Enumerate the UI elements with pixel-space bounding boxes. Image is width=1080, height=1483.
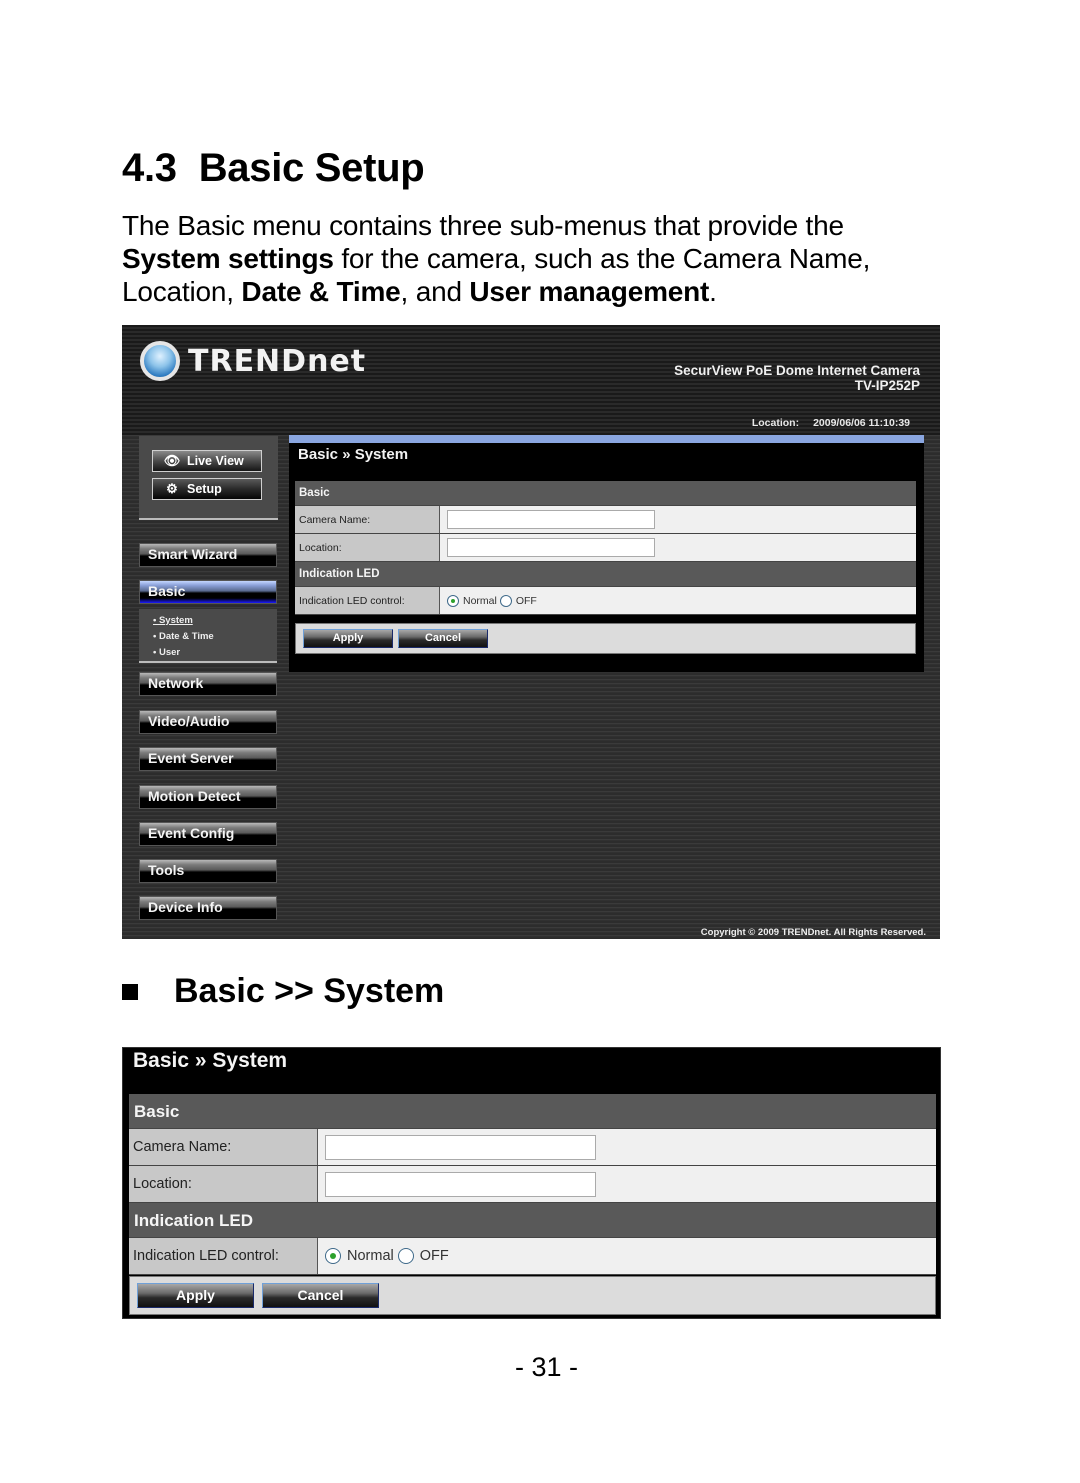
led-normal-radio[interactable] (447, 594, 459, 607)
section-led-header: Indication LED (129, 1203, 936, 1238)
product-name: SecurView PoE Dome Internet Camera (674, 363, 920, 378)
menu-motion-detect[interactable]: Motion Detect (139, 785, 277, 809)
intro-bold-system-settings: System settings (122, 243, 334, 274)
intro-paragraph: The Basic menu contains three sub-menus … (122, 209, 922, 308)
submenu-user[interactable]: • User (153, 647, 180, 658)
form-button-bar: Apply Cancel (295, 623, 916, 654)
page-number: - 31 - (514, 1352, 579, 1382)
led-off-label: OFF (419, 1248, 449, 1264)
cancel-button[interactable]: Cancel (398, 629, 488, 648)
location-row: Location: (129, 1166, 936, 1203)
camera-name-label: Camera Name: (295, 506, 440, 533)
section-title: Basic Setup (198, 146, 425, 190)
subsection-title: Basic >> System (174, 972, 445, 1010)
gears-icon: ⚙ (166, 481, 178, 496)
menu-event-server[interactable]: Event Server (139, 747, 277, 771)
section-basic-header: Basic (129, 1094, 936, 1129)
setup-button[interactable]: ⚙ Setup (152, 478, 262, 500)
submenu-date-time[interactable]: • Date & Time (153, 631, 214, 642)
led-off-label: OFF (515, 594, 537, 607)
setup-label: Setup (187, 482, 222, 496)
logo-text: TRENDnet (188, 343, 367, 379)
content-panel: Basic » System Basic Camera Name: Locati… (289, 435, 924, 672)
trendnet-logo: TRENDnet (140, 341, 366, 381)
copyright-text: Copyright © 2009 TRENDnet. All Rights Re… (700, 927, 926, 938)
square-bullet-icon (122, 983, 138, 1000)
menu-tools[interactable]: Tools (139, 859, 277, 883)
intro-bold-user-management: User management (469, 276, 710, 307)
datetime: 2009/06/06 11:10:39 (813, 417, 910, 429)
panel-title: Basic » System (133, 1049, 288, 1072)
section-led-header: Indication LED (295, 562, 916, 587)
basic-system-form-screenshot: Basic » System Basic Camera Name: Locati… (122, 1047, 941, 1319)
section-heading: 4.3 Basic Setup (122, 146, 425, 191)
eye-icon: 👁 (163, 453, 181, 468)
section-number: 4.3 (122, 146, 177, 190)
led-normal-label: Normal (347, 1248, 394, 1264)
led-off-radio[interactable] (397, 1248, 414, 1264)
basic-submenu: • System • Date & Time • User (139, 609, 277, 663)
camera-name-input[interactable] (325, 1134, 596, 1160)
mode-switch-box: 👁 Live View ⚙ Setup (139, 436, 278, 520)
location-datetime: Location: 2009/06/06 11:10:39 (752, 417, 910, 429)
camera-name-label: Camera Name: (129, 1129, 318, 1165)
panel-title: Basic » System (298, 446, 409, 463)
led-control-row: Indication LED control: Normal OFF (295, 587, 916, 615)
location-input[interactable] (447, 538, 655, 557)
location-label: Location: (129, 1166, 318, 1202)
settings-form: Basic Camera Name: Location: Indication … (295, 481, 916, 615)
led-control-label: Indication LED control: (295, 587, 440, 614)
camera-web-ui-screenshot: TRENDnet SecurView PoE Dome Internet Cam… (122, 325, 940, 939)
section-basic-header: Basic (295, 481, 916, 506)
led-normal-radio[interactable] (325, 1248, 341, 1264)
menu-event-config[interactable]: Event Config (139, 822, 277, 846)
led-control-label: Indication LED control: (129, 1238, 318, 1274)
product-info: SecurView PoE Dome Internet Camera TV-IP… (674, 363, 920, 393)
intro-text: The Basic menu contains three sub-menus … (122, 210, 844, 241)
location-label: Location: (295, 534, 440, 561)
menu-network[interactable]: Network (139, 672, 277, 696)
form-button-bar: Apply Cancel (129, 1276, 936, 1315)
camera-name-row: Camera Name: (129, 1129, 936, 1166)
logo-globe-icon (140, 341, 180, 381)
menu-smart-wizard[interactable]: Smart Wizard (139, 543, 277, 567)
led-off-radio[interactable] (499, 594, 512, 607)
led-control-row: Indication LED control: Normal OFF (129, 1238, 936, 1275)
subsection-heading: Basic >> System (122, 972, 444, 1011)
camera-name-row: Camera Name: (295, 506, 916, 534)
led-normal-label: Normal (463, 594, 497, 607)
apply-button[interactable]: Apply (137, 1283, 254, 1308)
location-input[interactable] (325, 1171, 596, 1197)
menu-device-info[interactable]: Device Info (139, 896, 277, 920)
cancel-button[interactable]: Cancel (262, 1283, 379, 1308)
menu-video-audio[interactable]: Video/Audio (139, 710, 277, 734)
live-view-label: Live View (187, 454, 244, 468)
live-view-button[interactable]: 👁 Live View (152, 450, 262, 472)
location-row: Location: (295, 534, 916, 562)
camera-name-input[interactable] (447, 510, 655, 529)
settings-form: Basic Camera Name: Location: Indication … (129, 1094, 936, 1275)
product-model: TV-IP252P (854, 378, 920, 393)
submenu-system[interactable]: • System (153, 615, 193, 626)
intro-text: . (709, 276, 717, 307)
intro-bold-date-time: Date & Time (241, 276, 401, 307)
location-label: Location: (751, 417, 800, 429)
intro-text: , and (400, 276, 470, 307)
apply-button[interactable]: Apply (303, 629, 393, 648)
menu-basic[interactable]: Basic (139, 580, 277, 604)
